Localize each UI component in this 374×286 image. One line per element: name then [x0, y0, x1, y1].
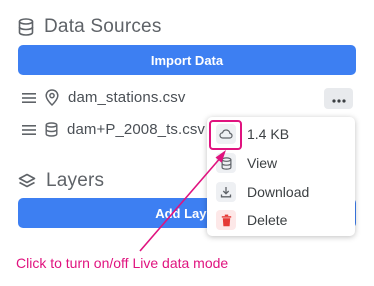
layers-header: Layers	[18, 170, 104, 192]
live-data-highlight	[209, 120, 242, 150]
drag-handle-icon[interactable]	[22, 92, 36, 104]
data-sources-title: Data Sources	[44, 16, 162, 37]
file-size-label: 1.4 KB	[247, 126, 290, 142]
menu-item-delete[interactable]: Delete	[216, 210, 287, 230]
database-icon	[216, 153, 236, 173]
download-icon	[216, 182, 236, 202]
layers-title: Layers	[46, 170, 105, 191]
data-source-item[interactable]: dam_stations.csv	[22, 89, 185, 106]
menu-item-view[interactable]: View	[216, 153, 277, 173]
menu-item-label: Download	[247, 184, 310, 200]
more-horizontal-icon	[331, 90, 346, 108]
callout-text: Click to turn on/off Live data mode	[16, 255, 229, 271]
database-icon	[45, 122, 58, 137]
data-source-name: dam+P_2008_ts.csv	[67, 121, 206, 138]
data-source-name: dam_stations.csv	[68, 89, 186, 106]
drag-handle-icon[interactable]	[22, 124, 36, 136]
import-data-button[interactable]: Import Data	[18, 45, 356, 75]
layers-icon	[18, 173, 36, 190]
database-icon	[18, 18, 34, 36]
more-options-button[interactable]	[324, 88, 353, 109]
menu-item-label: Delete	[247, 212, 288, 228]
data-sources-header: Data Sources	[18, 16, 162, 38]
map-pin-icon	[45, 89, 59, 106]
data-source-item[interactable]: dam+P_2008_ts.csv	[22, 121, 205, 138]
menu-item-label: View	[247, 155, 278, 171]
trash-icon	[216, 210, 236, 230]
menu-item-download[interactable]: Download	[216, 182, 309, 202]
